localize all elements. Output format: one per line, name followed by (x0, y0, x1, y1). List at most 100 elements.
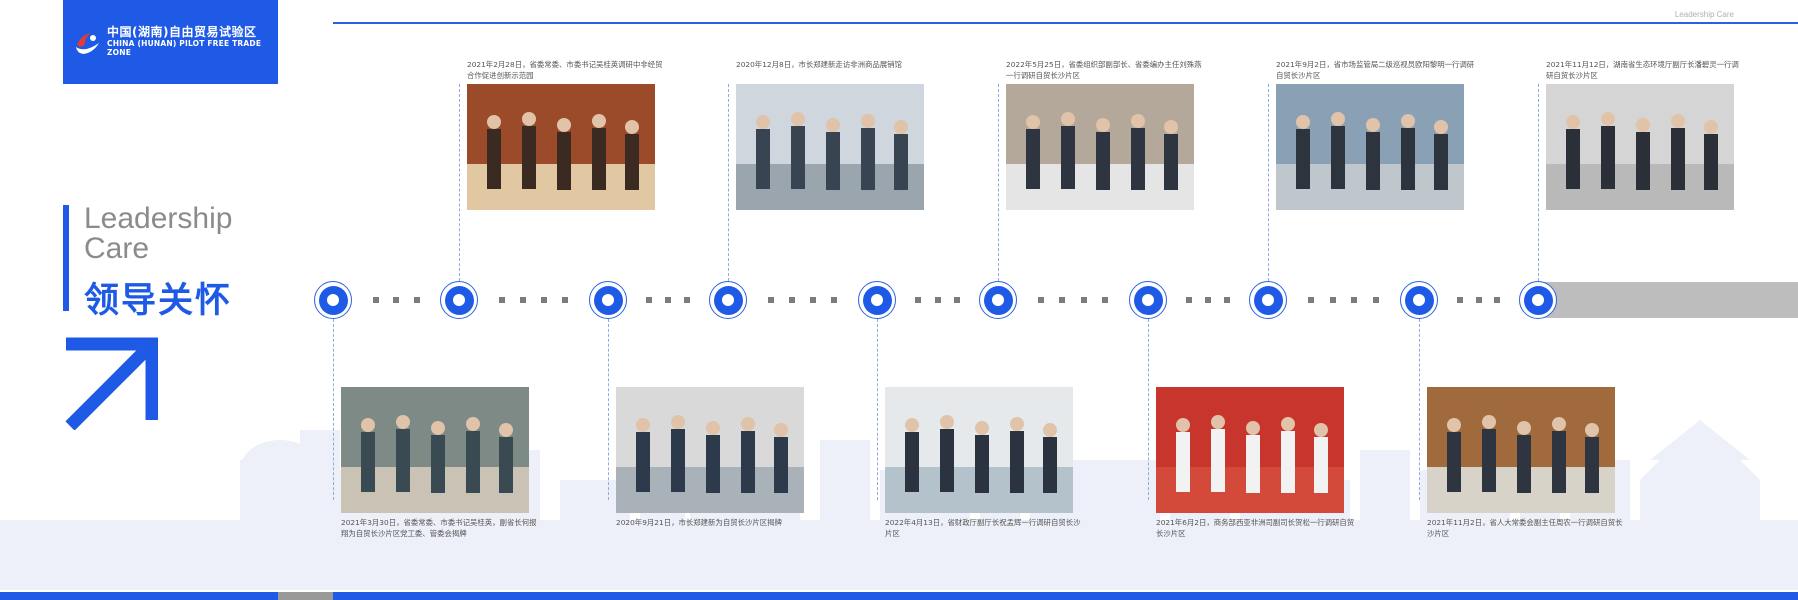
event-caption: 2022年4月13日，省财政厅副厅长祝孟辉一行调研自贸长沙片区 (885, 518, 1081, 538)
event-caption: 2021年3月30日，省委常委、市委书记吴桂英，副省长何报翔为自贸长沙片区党工委… (341, 518, 537, 538)
timeline-connector (608, 319, 609, 500)
timeline-node-center (453, 294, 465, 306)
timeline-node-center (871, 294, 883, 306)
timeline-dot (413, 297, 420, 303)
event-photo[interactable] (1546, 84, 1734, 210)
timeline-node[interactable] (979, 281, 1017, 319)
timeline-node-center (722, 294, 734, 306)
timeline-connector (333, 319, 334, 500)
timeline-dot (1372, 297, 1379, 303)
timeline-dot (953, 297, 960, 303)
page-title-en-line1: Leadership (84, 202, 233, 235)
timeline-dot (1186, 297, 1192, 303)
timeline-dot (768, 297, 774, 303)
timeline-dot (1059, 297, 1066, 303)
event-caption: 2021年2月28日，省委常委、市委书记吴桂英调研中非经贸合作促进创新示范园 (467, 60, 663, 80)
timeline-dot (1308, 297, 1315, 303)
timeline-node-center (327, 294, 339, 306)
footer-accent (278, 592, 333, 600)
event-photo[interactable] (1427, 387, 1615, 513)
event-caption: 2021年6月2日，商务部西亚非洲司副司长贺松一行调研自贸长沙片区 (1156, 518, 1355, 538)
timeline-dot (646, 297, 652, 303)
timeline-node[interactable] (858, 281, 896, 319)
timeline-node-center (1413, 294, 1425, 306)
timeline-node-ring (862, 285, 892, 315)
timeline-dot (541, 297, 547, 303)
timeline-node-ring (593, 285, 623, 315)
timeline-dot (499, 297, 505, 303)
timeline-dot (520, 297, 526, 303)
timeline-connector (1148, 319, 1149, 500)
event-photo[interactable] (616, 387, 804, 513)
timeline-node[interactable] (1400, 281, 1438, 319)
event-photo[interactable] (885, 387, 1073, 513)
timeline-node-ring (713, 285, 743, 315)
timeline-dot (665, 297, 671, 303)
event-photo[interactable] (467, 84, 655, 210)
timeline-dot (934, 297, 941, 303)
timeline-connector (1419, 319, 1420, 500)
event-caption: 2020年9月21日，市长郑建新为自贸长沙片区揭牌 (616, 518, 782, 527)
timeline-dot (1205, 297, 1211, 303)
timeline-node-center (992, 294, 1004, 306)
timeline-node[interactable] (589, 281, 627, 319)
timeline-node-center (1532, 294, 1544, 306)
timeline-node-ring (318, 285, 348, 315)
timeline-node-ring (983, 285, 1013, 315)
timeline-node-ring (1133, 285, 1163, 315)
timeline-node[interactable] (1249, 281, 1287, 319)
timeline-node[interactable] (314, 281, 352, 319)
timeline-dot (562, 297, 568, 303)
timeline-dot (372, 297, 379, 303)
page-title-en: Leadership Care (84, 204, 232, 264)
event-photo[interactable] (341, 387, 529, 513)
event-photo[interactable] (1156, 387, 1344, 513)
timeline-node-ring (1253, 285, 1283, 315)
timeline-end-bar (1540, 282, 1798, 318)
timeline-node[interactable] (1129, 281, 1167, 319)
logo: 中国(湖南)自由贸易试验区 CHINA (HUNAN) PILOT FREE T… (63, 0, 278, 84)
timeline-dot (393, 297, 399, 303)
event-photo[interactable] (736, 84, 924, 210)
title-accent-bar (63, 205, 69, 311)
event-caption: 2020年12月8日，市长郑建新走访非洲商品展销馆 (736, 60, 902, 69)
footer-bar (0, 592, 1798, 600)
timeline-node[interactable] (709, 281, 747, 319)
arrow-up-right-icon (65, 337, 158, 430)
timeline-dot (831, 297, 837, 303)
event-photo[interactable] (1006, 84, 1194, 210)
event-caption: 2021年11月12日，湖南省生态环境厅副厅长潘碧灵一行调研自贸长沙片区 (1546, 60, 1739, 80)
timeline-dot (915, 297, 922, 303)
timeline-node[interactable] (440, 281, 478, 319)
timeline-connector (728, 84, 729, 281)
timeline-dot (1224, 297, 1230, 303)
event-caption: 2021年11月2日，省人大常委会副主任周农一行调研自贸长沙片区 (1427, 518, 1623, 538)
timeline-connector (459, 84, 460, 281)
event-caption: 2021年9月2日，省市场监管局二级巡视员欧阳黎明一行调研自贸长沙片区 (1276, 60, 1475, 80)
logo-text-cn: 中国(湖南)自由贸易试验区 (107, 25, 257, 40)
timeline-dot (1456, 297, 1463, 303)
timeline-node-ring (444, 285, 474, 315)
timeline-dot (789, 297, 795, 303)
event-photo[interactable] (1276, 84, 1464, 210)
timeline-dot (1101, 297, 1108, 303)
logo-mark-icon (73, 27, 103, 57)
timeline-connector (998, 84, 999, 281)
page-title-en-line2: Care (84, 232, 150, 265)
timeline-dot (810, 297, 816, 303)
timeline-dot (1038, 297, 1045, 303)
header-label: Leadership Care (1674, 10, 1734, 19)
timeline-node-ring (1523, 285, 1553, 315)
timeline-node[interactable] (1519, 281, 1557, 319)
timeline-dot (1351, 297, 1358, 303)
timeline-connector (1268, 84, 1269, 281)
event-caption: 2022年5月25日，省委组织部副部长、省委编办主任刘殊燕一行调研自贸长沙片区 (1006, 60, 1202, 80)
logo-text-en: CHINA (HUNAN) PILOT FREE TRADE ZONE (107, 39, 262, 57)
timeline-connector (1538, 84, 1539, 281)
timeline-node-center (602, 294, 614, 306)
timeline-connector (877, 319, 878, 500)
timeline-dot (1329, 297, 1336, 303)
header-divider (333, 22, 1798, 24)
timeline-node-center (1262, 294, 1274, 306)
timeline-dot (1080, 297, 1087, 303)
